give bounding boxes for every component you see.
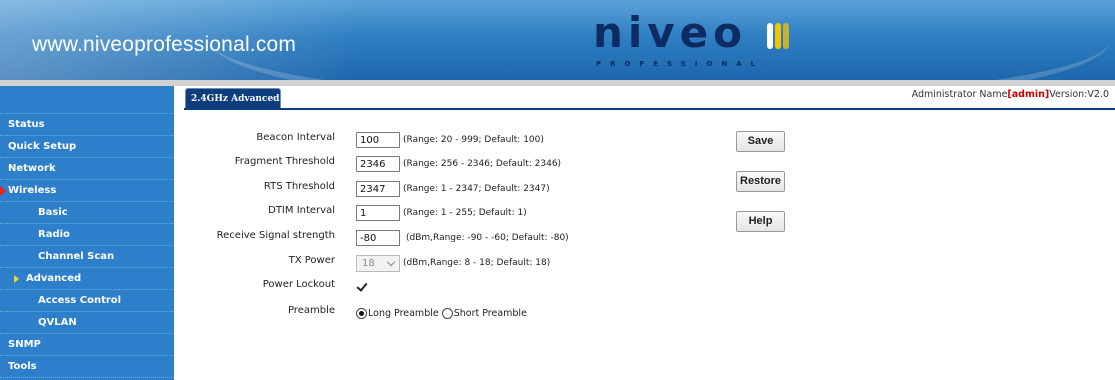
beacon-interval-row: Beacon Interval (Range: 20 - 999; Defaul…: [184, 130, 744, 150]
sidebar: Status Quick Setup Network Wireless Basi…: [0, 86, 174, 380]
help-button[interactable]: Help: [736, 211, 785, 232]
beacon-interval-label: Beacon Interval: [256, 132, 335, 143]
sidebar-item-label: Status: [8, 119, 45, 130]
niveo-logo: niveo PROFESSIONAL: [593, 8, 808, 72]
tx-power-row: TX Power 18 (dBm,Range: 8 - 18; Default:…: [184, 253, 744, 273]
dtim-interval-label: DTIM Interval: [268, 205, 335, 216]
site-url: www.niveoprofessional.com: [32, 33, 297, 56]
power-lockout-label: Power Lockout: [262, 279, 335, 290]
admin-username: admin: [1011, 89, 1045, 100]
fragment-threshold-hint: (Range: 256 - 2346; Default: 2346): [403, 159, 562, 169]
admin-prefix: Administrator Name: [911, 89, 1008, 100]
sidebar-item-label: Network: [8, 163, 56, 174]
short-preamble-radio[interactable]: [441, 307, 453, 319]
sidebar-top-spacer: [0, 86, 174, 114]
tx-power-select[interactable]: 18: [356, 254, 400, 272]
sidebar-item-label: Radio: [38, 229, 70, 240]
tx-power-value: 18: [362, 257, 375, 269]
logo-signal-icon: [767, 23, 791, 49]
restore-button[interactable]: Restore: [736, 171, 785, 192]
long-preamble-label: Long Preamble: [368, 307, 439, 319]
rts-threshold-label: RTS Threshold: [263, 181, 335, 192]
sidebar-item-snmp[interactable]: SNMP: [0, 334, 174, 356]
firmware-version: Version:V2.0: [1049, 89, 1109, 100]
receive-signal-label: Receive Signal strength: [216, 230, 335, 241]
dtim-interval-hint: (Range: 1 - 255; Default: 1): [403, 208, 527, 218]
admin-info: Administrator Name[admin]Version:V2.0: [912, 89, 1109, 100]
tx-power-hint: (dBm,Range: 8 - 18; Default: 18): [403, 258, 551, 268]
sidebar-item-status[interactable]: Status: [0, 114, 174, 136]
chevron-down-icon: [386, 257, 396, 266]
sidebar-item-radio[interactable]: Radio: [0, 224, 174, 246]
rts-threshold-hint: (Range: 1 - 2347; Default: 2347): [403, 184, 550, 194]
sidebar-item-advanced[interactable]: Advanced: [0, 268, 174, 290]
rts-threshold-row: RTS Threshold (Range: 1 - 2347; Default:…: [184, 179, 744, 199]
site-header: www.niveoprofessional.com niveo PROFESSI…: [0, 0, 1115, 80]
expanded-marker-icon: [0, 186, 6, 196]
short-preamble-label: Short Preamble: [453, 307, 527, 319]
sidebar-item-basic[interactable]: Basic: [0, 202, 174, 224]
save-button[interactable]: Save: [736, 131, 785, 152]
fragment-threshold-row: Fragment Threshold (Range: 256 - 2346; D…: [184, 154, 744, 174]
selected-arrow-icon: [14, 275, 19, 283]
power-lockout-checkbox[interactable]: [356, 281, 368, 293]
fragment-threshold-input[interactable]: [356, 156, 400, 172]
tab-2-4ghz-advanced[interactable]: 2.4GHz Advanced: [185, 88, 281, 109]
sidebar-item-label: SNMP: [8, 339, 41, 350]
fragment-threshold-label: Fragment Threshold: [234, 156, 335, 167]
tab-underline: [184, 108, 1115, 110]
preamble-row: Preamble Long Preamble Short Preamble: [184, 303, 744, 323]
preamble-label: Preamble: [287, 305, 335, 316]
beacon-interval-hint: (Range: 20 - 999; Default: 100): [403, 135, 544, 145]
sidebar-item-tools[interactable]: Tools: [0, 356, 174, 378]
sidebar-item-quick-setup[interactable]: Quick Setup: [0, 136, 174, 158]
sidebar-item-label: Tools: [8, 361, 37, 372]
sidebar-item-label: Wireless: [8, 185, 57, 196]
sidebar-item-network[interactable]: Network: [0, 158, 174, 180]
rts-threshold-input[interactable]: [356, 181, 400, 197]
receive-signal-row: Receive Signal strength (dBm,Range: -90 …: [184, 228, 744, 248]
sidebar-item-label: Quick Setup: [8, 141, 77, 152]
sidebar-item-label: QVLAN: [38, 317, 77, 328]
logo-word: niveo: [593, 8, 748, 57]
tx-power-label: TX Power: [288, 255, 335, 266]
sidebar-item-wireless[interactable]: Wireless: [0, 180, 174, 202]
dtim-interval-input[interactable]: [356, 205, 400, 221]
beacon-interval-input[interactable]: [356, 132, 400, 148]
logo-subtitle: PROFESSIONAL: [596, 60, 765, 68]
dtim-interval-row: DTIM Interval (Range: 1 - 255; Default: …: [184, 203, 744, 223]
sidebar-item-label: Access Control: [38, 295, 122, 306]
receive-signal-hint: (dBm,Range: -90 - -60; Default: -80): [406, 233, 569, 243]
sidebar-item-label: Advanced: [26, 273, 82, 284]
long-preamble-radio[interactable]: [356, 307, 367, 319]
receive-signal-input[interactable]: [356, 230, 400, 246]
sidebar-item-channel-scan[interactable]: Channel Scan: [0, 246, 174, 268]
power-lockout-row: Power Lockout: [184, 277, 744, 297]
sidebar-item-label: Basic: [38, 207, 68, 218]
sidebar-item-label: Channel Scan: [38, 251, 115, 262]
sidebar-item-qvlan[interactable]: QVLAN: [0, 312, 174, 334]
sidebar-item-access-control[interactable]: Access Control: [0, 290, 174, 312]
